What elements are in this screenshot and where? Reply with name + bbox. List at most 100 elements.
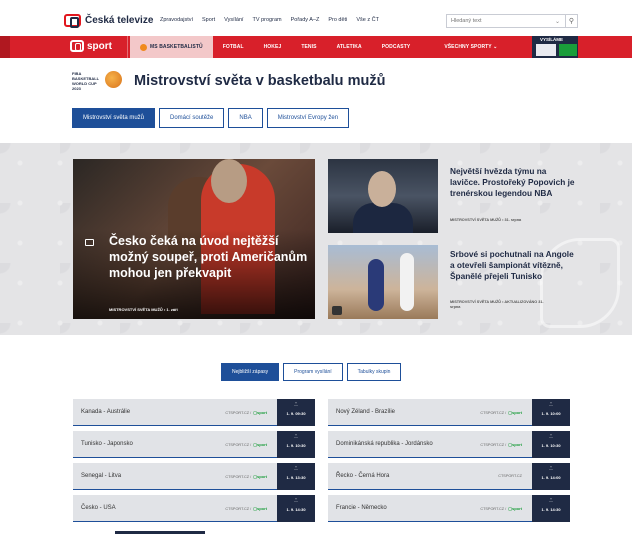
match-card[interactable]: Tunisko - Japonsko CTSPORT.CZ / ▢sport ·̈· 1… [73, 431, 315, 458]
top-nav-item[interactable]: Pro děti [328, 17, 347, 23]
side-story-meta: MISTROVSTVÍ SVĚTA MUŽŮ • AKTUALIZOVÁNO 3… [450, 300, 544, 309]
channel-label: CTSPORT.CZ / [480, 410, 507, 415]
match-card[interactable]: Kanada - Austrálie CTSPORT.CZ / ▢sport ·̈· 1… [73, 399, 315, 426]
video-icon [85, 239, 94, 246]
sport-nav-item-atletika[interactable]: ATLETIKA [327, 36, 372, 58]
match-teams: Tunisko - Japonsko [81, 441, 133, 447]
tab-mistrovstvi-sveta-muzu[interactable]: Mistrovství světa mužů [72, 108, 156, 128]
top-header: Česká televize Zpravodajství Sport Vysíl… [0, 0, 632, 38]
main-story-headline[interactable]: Česko čeká na úvod nejtěžší možný soupeř… [109, 233, 309, 281]
broadcast-icon: ·̈· [549, 435, 553, 441]
live-channel-thumb[interactable] [536, 44, 556, 56]
gallery-icon [332, 306, 342, 315]
tab-domaci-souteze[interactable]: Domácí soutěže [159, 108, 225, 128]
top-nav-item[interactable]: Vysílání [224, 17, 243, 23]
side-story-title[interactable]: Srbové si pochutnali na Angole a otevřel… [450, 249, 575, 282]
world-cup-logo-text: FIBA BASKETBALL WORLD CUP 2023 [72, 71, 100, 91]
ct-sport-icon: ▢sport [508, 442, 522, 447]
top-nav: Zpravodajství Sport Vysílání TV program … [160, 17, 379, 23]
channel-label: CTSPORT.CZ / [225, 410, 252, 415]
broadcast-icon: ·̈· [294, 403, 298, 409]
match-card[interactable]: Dominikánská republika - Jordánsko CTSPOR… [328, 431, 570, 458]
search-box: ⌄ [446, 14, 566, 28]
side-story-image[interactable] [328, 159, 438, 233]
ct-sport-icon: ▢sport [253, 410, 267, 415]
sport-brand-name: sport [87, 40, 112, 52]
ct-sport-icon: ▢sport [508, 410, 522, 415]
match-card[interactable]: Česko - USA CTSPORT.CZ / ▢sport ·̈· 1. 9. 14… [73, 495, 315, 522]
live-broadcast-widget[interactable]: VYSÍLÁME [532, 36, 578, 58]
ct-sport-icon: ▢sport [253, 474, 267, 479]
top-nav-item[interactable]: Zpravodajství [160, 17, 193, 23]
match-time: 1. 9. 14:30 [286, 507, 306, 512]
search-input[interactable] [447, 15, 555, 27]
ct-sport-icon: ▢sport [253, 442, 267, 447]
divider [127, 36, 128, 58]
sport-logo[interactable]: sport [70, 40, 112, 52]
ct-logo[interactable]: Česká televize [64, 14, 154, 28]
broadcast-icon: ·̈· [549, 403, 553, 409]
match-teams: Kanada - Austrálie [81, 409, 131, 415]
match-time: 1. 9. 14:00 [541, 475, 561, 480]
live-channel-thumb[interactable] [559, 44, 577, 56]
story-image-player [400, 253, 414, 311]
main-story-meta: MISTROVSTVÍ SVĚTA MUŽŮ • 1. září [109, 307, 178, 312]
basketball-icon [105, 71, 122, 88]
sport-bar-edge [0, 36, 10, 58]
main-story-card[interactable]: Česko čeká na úvod nejtěžší možný soupeř… [73, 159, 315, 319]
match-time: 1. 9. 09:30 [286, 411, 306, 416]
match-time: 1. 9. 13:30 [286, 475, 306, 480]
match-time-box: ·̈· 1. 9. 14:00 [532, 463, 570, 490]
top-nav-item[interactable]: TV program [253, 17, 282, 23]
sport-nav-item-tenis[interactable]: TENIS [291, 36, 326, 58]
tab-program-vysilani[interactable]: Program vysílání [283, 363, 343, 381]
story-image-head [368, 171, 396, 207]
top-nav-item[interactable]: Vše z ČT [356, 17, 379, 23]
ct-brand-name: Česká televize [85, 15, 154, 26]
sport-nav: MS BASKETBALISTŮ FOTBAL HOKEJ TENIS ATLE… [130, 36, 507, 58]
sport-nav-item-ms-basketbal[interactable]: MS BASKETBALISTŮ [130, 36, 213, 58]
ct-sport-icon: ▢sport [253, 506, 267, 511]
match-card[interactable]: Francie - Německo CTSPORT.CZ / ▢sport ·̈· 1.… [328, 495, 570, 522]
side-story-image[interactable] [328, 245, 438, 319]
match-time-box: ·̈· 1. 9. 13:30 [277, 463, 315, 490]
match-time: 1. 9. 10:30 [286, 443, 306, 448]
tab-mistrovstvi-evropy-zen[interactable]: Mistrovství Evropy žen [266, 108, 350, 128]
match-card[interactable]: Senegal - Litva CTSPORT.CZ / ▢sport ·̈· 1. 9… [73, 463, 315, 490]
sport-logo-icon [70, 40, 84, 52]
category-tabs: Mistrovství světa mužů Domácí soutěže NB… [72, 108, 350, 128]
sport-nav-item-vsechny-sporty[interactable]: VŠECHNY SPORTY ⌄ [434, 36, 507, 58]
match-time-box: ·̈· 1. 9. 14:30 [277, 495, 315, 522]
match-teams: Senegal - Litva [81, 473, 122, 479]
basketball-icon [140, 43, 147, 51]
channel-label: CTSPORT.CZ [498, 474, 522, 478]
sport-nav-item-fotbal[interactable]: FOTBAL [213, 36, 254, 58]
channel-label: CTSPORT.CZ / [480, 442, 507, 447]
broadcast-icon: ·̈· [549, 467, 553, 473]
tab-nejblizsi-zapasy[interactable]: Nejbližší zápasy [221, 363, 280, 381]
search-button[interactable]: ⚲ [566, 14, 578, 28]
match-teams: Francie - Německo [336, 505, 387, 511]
search-icon: ⚲ [568, 18, 575, 25]
top-nav-item[interactable]: Sport [202, 17, 215, 23]
match-teams: Česko - USA [81, 505, 116, 511]
match-card[interactable]: Nový Zéland - Brazílie CTSPORT.CZ / ▢sport… [328, 399, 570, 426]
match-channel: CTSPORT.CZ / ▢sport [480, 506, 522, 511]
match-card[interactable]: Řecko - Černá Hora CTSPORT.CZ ·̈· 1. 9. 14:… [328, 463, 570, 490]
chevron-down-icon[interactable]: ⌄ [555, 18, 565, 25]
channel-label: CTSPORT.CZ / [225, 442, 252, 447]
match-time-box: ·̈· 1. 9. 10:30 [532, 431, 570, 458]
top-nav-item[interactable]: Pořady A–Z [291, 17, 320, 23]
broadcast-icon: ·̈· [294, 499, 298, 505]
sport-nav-item-podcasty[interactable]: PODCASTY [372, 36, 421, 58]
channel-label: CTSPORT.CZ / [225, 506, 252, 511]
world-cup-logo: FIBA BASKETBALL WORLD CUP 2023 [72, 68, 124, 94]
match-channel: CTSPORT.CZ / ▢sport [480, 410, 522, 415]
match-time-box: ·̈· 1. 9. 10:30 [277, 431, 315, 458]
tab-tabulky-skupin[interactable]: Tabulky skupin [346, 363, 402, 381]
broadcast-icon: ·̈· [549, 499, 553, 505]
tab-nba[interactable]: NBA [228, 108, 263, 128]
side-story-title[interactable]: Největší hvězda týmu na lavičce. Prostoř… [450, 166, 575, 199]
sport-nav-item-hokej[interactable]: HOKEJ [254, 36, 292, 58]
match-channel: CTSPORT.CZ / ▢sport [225, 410, 267, 415]
